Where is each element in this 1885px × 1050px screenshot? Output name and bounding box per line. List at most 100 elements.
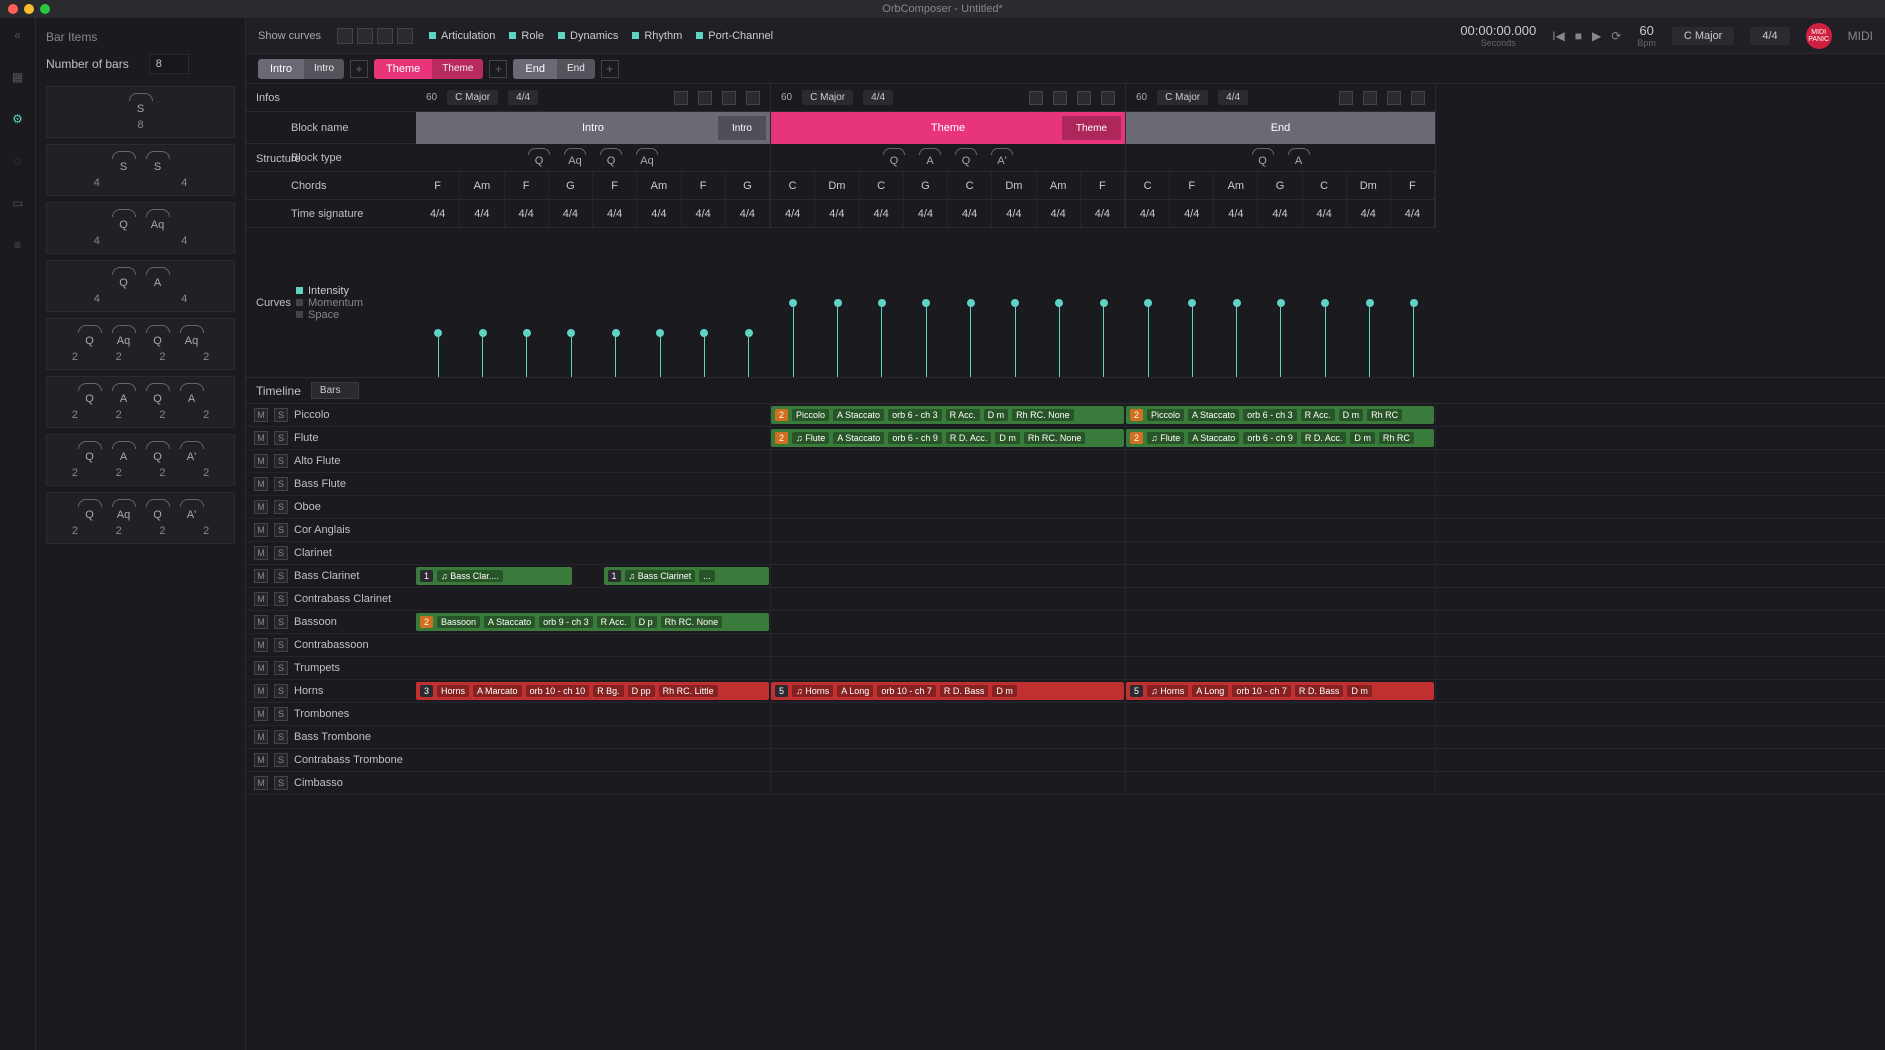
- bar-template[interactable]: QAqQA'2222: [46, 492, 235, 544]
- skip-back-icon[interactable]: I◀: [1552, 29, 1565, 43]
- mute-button[interactable]: M: [254, 707, 268, 721]
- track-lane[interactable]: [416, 634, 1885, 656]
- track-lane[interactable]: [416, 749, 1885, 771]
- mute-button[interactable]: M: [254, 500, 268, 514]
- maximize-icon[interactable]: [40, 4, 50, 14]
- block-pill-intro[interactable]: IntroIntro: [258, 59, 344, 79]
- clip[interactable]: 2BassoonA Staccatoorb 9 - ch 3R Acc.D pR…: [416, 613, 769, 631]
- chord-cell[interactable]: C: [1303, 172, 1347, 199]
- clip[interactable]: 2♫ FluteA Staccatoorb 6 - ch 9R D. Acc.D…: [771, 429, 1124, 447]
- tool-icon-1[interactable]: [337, 28, 353, 44]
- timesig-cell[interactable]: 4/4: [1303, 200, 1347, 227]
- track-lane[interactable]: [416, 519, 1885, 541]
- legend-role[interactable]: Role: [509, 30, 544, 42]
- block-tool-icon[interactable]: [1053, 91, 1067, 105]
- timesig-cell[interactable]: 4/4: [726, 200, 770, 227]
- sig-select[interactable]: 4/4: [1750, 27, 1789, 45]
- block-pill-theme[interactable]: ThemeTheme: [374, 59, 483, 79]
- solo-button[interactable]: S: [274, 684, 288, 698]
- solo-button[interactable]: S: [274, 569, 288, 583]
- solo-button[interactable]: S: [274, 707, 288, 721]
- bar-template[interactable]: S8: [46, 86, 235, 138]
- block-tool-icon[interactable]: [1387, 91, 1401, 105]
- timesig-cell[interactable]: 4/4: [1126, 200, 1170, 227]
- track-lane[interactable]: [416, 772, 1885, 794]
- chord-cell[interactable]: F: [593, 172, 637, 199]
- timesig-cell[interactable]: 4/4: [948, 200, 992, 227]
- mute-button[interactable]: M: [254, 638, 268, 652]
- rail-structure-icon[interactable]: ⚙: [9, 110, 27, 128]
- mute-button[interactable]: M: [254, 523, 268, 537]
- timesig-cell[interactable]: 4/4: [460, 200, 504, 227]
- solo-button[interactable]: S: [274, 500, 288, 514]
- block-tool-icon[interactable]: [746, 91, 760, 105]
- track-lane[interactable]: 2BassoonA Staccatoorb 9 - ch 3R Acc.D pR…: [416, 611, 1885, 633]
- block-pill-end[interactable]: EndEnd: [513, 59, 594, 79]
- block-tool-icon[interactable]: [1339, 91, 1353, 105]
- numbars-input[interactable]: [149, 54, 189, 74]
- chord-cell[interactable]: G: [1258, 172, 1302, 199]
- block-tool-icon[interactable]: [1077, 91, 1091, 105]
- rail-circle-icon[interactable]: ◌: [9, 152, 27, 170]
- legend-rhythm[interactable]: Rhythm: [632, 30, 682, 42]
- chord-cell[interactable]: C: [860, 172, 904, 199]
- block-tool-icon[interactable]: [1411, 91, 1425, 105]
- timesig-cell[interactable]: 4/4: [771, 200, 815, 227]
- timesig-cell[interactable]: 4/4: [1347, 200, 1391, 227]
- solo-button[interactable]: S: [274, 431, 288, 445]
- solo-button[interactable]: S: [274, 477, 288, 491]
- track-lane[interactable]: [416, 450, 1885, 472]
- block-tool-icon[interactable]: [1029, 91, 1043, 105]
- block-tool-icon[interactable]: [1101, 91, 1115, 105]
- add-block-button[interactable]: +: [350, 60, 368, 78]
- timesig-cell[interactable]: 4/4: [549, 200, 593, 227]
- clip[interactable]: 2PiccoloA Staccatoorb 6 - ch 3R Acc.D mR…: [1126, 406, 1434, 424]
- mute-button[interactable]: M: [254, 454, 268, 468]
- timesig-cell[interactable]: 4/4: [1391, 200, 1435, 227]
- curve-momentum[interactable]: Momentum: [296, 297, 416, 309]
- rail-grid-icon[interactable]: ▦: [9, 68, 27, 86]
- solo-button[interactable]: S: [274, 454, 288, 468]
- chord-cell[interactable]: Am: [1037, 172, 1081, 199]
- minimize-icon[interactable]: [24, 4, 34, 14]
- legend-dynamics[interactable]: Dynamics: [558, 30, 618, 42]
- clip[interactable]: 5♫ HornsA Longorb 10 - ch 7R D. BassD m: [771, 682, 1124, 700]
- timesig-cell[interactable]: 4/4: [1037, 200, 1081, 227]
- block-tool-icon[interactable]: [1363, 91, 1377, 105]
- mute-button[interactable]: M: [254, 408, 268, 422]
- tool-icon-2[interactable]: [357, 28, 373, 44]
- legend-articulation[interactable]: Articulation: [429, 30, 495, 42]
- mute-button[interactable]: M: [254, 753, 268, 767]
- close-icon[interactable]: [8, 4, 18, 14]
- track-lane[interactable]: [416, 703, 1885, 725]
- play-icon[interactable]: ▶: [1592, 29, 1601, 43]
- bar-template[interactable]: QAQA'2222: [46, 434, 235, 486]
- midi-panic-button[interactable]: MIDI PANIC: [1806, 23, 1832, 49]
- track-lane[interactable]: [416, 726, 1885, 748]
- chord-cell[interactable]: F: [1391, 172, 1435, 199]
- track-lane[interactable]: 1♫ Bass Clar....1♫ Bass Clarinet...: [416, 565, 1885, 587]
- loop-icon[interactable]: ⟳: [1611, 29, 1621, 43]
- timesig-cell[interactable]: 4/4: [637, 200, 681, 227]
- mute-button[interactable]: M: [254, 684, 268, 698]
- solo-button[interactable]: S: [274, 546, 288, 560]
- timesig-cell[interactable]: 4/4: [505, 200, 549, 227]
- timesig-cell[interactable]: 4/4: [1081, 200, 1125, 227]
- mute-button[interactable]: M: [254, 776, 268, 790]
- track-lane[interactable]: [416, 657, 1885, 679]
- window-controls[interactable]: [8, 4, 50, 14]
- clip[interactable]: 3HornsA Marcatoorb 10 - ch 10R Bg.D ppRh…: [416, 682, 769, 700]
- chord-cell[interactable]: G: [549, 172, 593, 199]
- curves-plot[interactable]: [416, 228, 1885, 377]
- timeline-mode-select[interactable]: Bars: [311, 382, 360, 399]
- solo-button[interactable]: S: [274, 523, 288, 537]
- chord-cell[interactable]: Dm: [1347, 172, 1391, 199]
- bar-template[interactable]: QAq44: [46, 202, 235, 254]
- clip[interactable]: 1♫ Bass Clar....: [416, 567, 572, 585]
- track-lane[interactable]: 3HornsA Marcatoorb 10 - ch 10R Bg.D ppRh…: [416, 680, 1885, 702]
- chord-cell[interactable]: C: [771, 172, 815, 199]
- mute-button[interactable]: M: [254, 592, 268, 606]
- curve-space[interactable]: Space: [296, 309, 416, 321]
- bar-template[interactable]: QAqQAq2222: [46, 318, 235, 370]
- legend-port-channel[interactable]: Port-Channel: [696, 30, 773, 42]
